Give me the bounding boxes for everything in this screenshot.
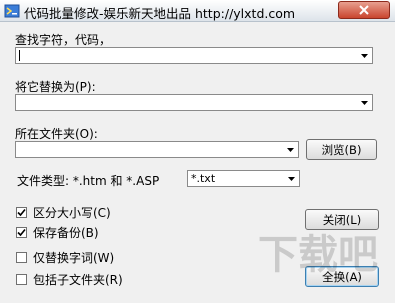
option-label: 保存备份(B) [33, 226, 99, 240]
folder-combo[interactable] [15, 141, 299, 158]
chevron-down-icon [286, 147, 294, 152]
option-whole-word[interactable]: 仅替换字词(W) [16, 249, 114, 266]
option-label: 区分大小写(C) [33, 206, 111, 220]
checkmark-icon [17, 208, 26, 217]
filetype-select[interactable]: *.txt [187, 170, 300, 187]
chevron-down-icon [360, 53, 368, 58]
search-dropdown-button[interactable] [356, 48, 372, 63]
option-case-sensitive[interactable]: 区分大小写(C) [16, 204, 111, 221]
option-save-backup[interactable]: 保存备份(B) [16, 224, 99, 241]
replace-dropdown-button[interactable] [356, 95, 372, 110]
option-label: 包括子文件夹(R) [33, 273, 123, 287]
folder-dropdown-button[interactable] [282, 142, 298, 157]
window-title: 代码批量修改-娱乐新天地出品 http://ylxtd.com [24, 6, 296, 21]
search-label: 查找字符，代码， [15, 33, 112, 47]
title-bar: 代码批量修改-娱乐新天地出品 http://ylxtd.com [0, 0, 395, 22]
checkmark-icon [17, 228, 26, 237]
checkbox-save-backup[interactable] [16, 227, 27, 238]
app-icon [4, 4, 20, 18]
close-button[interactable]: 关闭(L) [305, 209, 379, 230]
checkbox-case-sensitive[interactable] [16, 207, 27, 218]
close-icon [359, 5, 369, 15]
filetype-label: 文件类型: *.htm 和 *.ASP [17, 174, 160, 188]
search-combo[interactable] [15, 47, 373, 64]
checkbox-whole-word[interactable] [16, 252, 27, 263]
option-label: 仅替换字词(W) [33, 251, 115, 265]
folder-label: 所在文件夹(O): [15, 127, 98, 141]
browse-button[interactable]: 浏览(B) [306, 139, 377, 160]
replace-all-button[interactable]: 全换(A) [305, 266, 379, 287]
filetype-dropdown-button[interactable] [283, 171, 299, 186]
chevron-down-icon [360, 100, 368, 105]
checkbox-subfolders[interactable] [16, 274, 27, 285]
replace-label: 将它替换为(P): [15, 80, 96, 94]
text-caret [19, 50, 20, 61]
window-close-button[interactable] [338, 1, 390, 19]
option-subfolders[interactable]: 包括子文件夹(R) [16, 271, 123, 288]
filetype-selected: *.txt [191, 172, 216, 185]
replace-combo[interactable] [15, 94, 373, 111]
chevron-down-icon [287, 176, 295, 181]
